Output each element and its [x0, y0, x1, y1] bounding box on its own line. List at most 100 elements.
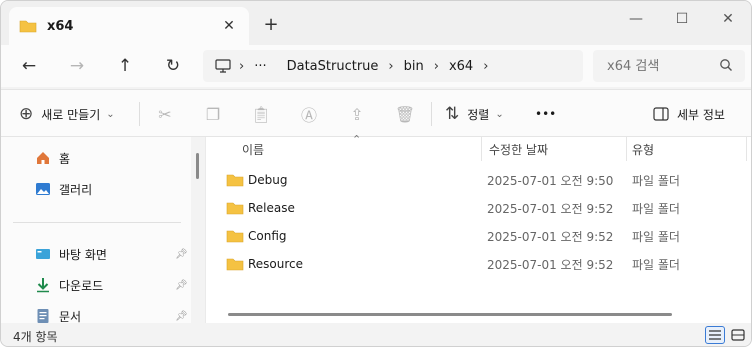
- close-window-button[interactable]: ✕: [705, 5, 751, 33]
- navigation-bar: ← → ↑ ↻ › ··· DataStructrue › bin › x64 …: [1, 45, 751, 87]
- file-name: Config: [248, 229, 287, 243]
- column-header-name[interactable]: 이름: [242, 137, 264, 161]
- new-button-label: 새로 만들기: [41, 107, 101, 122]
- details-view-button[interactable]: [705, 326, 725, 344]
- desktop-icon: [36, 249, 50, 259]
- back-button[interactable]: ←: [15, 53, 43, 79]
- refresh-button[interactable]: ↻: [159, 53, 187, 79]
- breadcrumb-separator[interactable]: ›: [483, 59, 488, 74]
- breadcrumb-bin[interactable]: bin: [404, 59, 424, 74]
- file-modified: 2025-07-01 오전 9:50: [487, 173, 614, 188]
- tab-x64[interactable]: x64 ✕: [9, 7, 249, 45]
- sidebar-item-label: 다운로드: [59, 278, 104, 293]
- paste-icon[interactable]: 📋︎: [249, 102, 273, 126]
- download-icon: [37, 278, 49, 293]
- new-button[interactable]: ⊕ 새로 만들기 ⌄: [19, 102, 115, 126]
- divider: [139, 102, 140, 126]
- sort-icon: ⇅: [445, 104, 460, 124]
- sidebar-item-downloads[interactable]: 다운로드: [35, 274, 103, 296]
- new-tab-button[interactable]: +: [259, 13, 283, 37]
- maximize-button[interactable]: ☐: [659, 5, 705, 33]
- sort-button[interactable]: ⇅ 정렬 ⌄: [445, 102, 504, 126]
- share-icon[interactable]: ⇪: [345, 102, 369, 126]
- tiles-view-icon: [731, 329, 745, 341]
- cut-icon[interactable]: ✂: [153, 102, 177, 126]
- tab-title: x64: [47, 18, 74, 34]
- file-modified: 2025-07-01 오전 9:52: [487, 229, 614, 244]
- search-input[interactable]: [607, 58, 707, 74]
- sidebar-item-label: 바탕 화면: [59, 247, 107, 262]
- file-name: Release: [248, 201, 295, 215]
- more-options-button[interactable]: •••: [535, 102, 556, 126]
- plus-circle-icon: ⊕: [19, 104, 34, 124]
- up-button[interactable]: ↑: [111, 53, 139, 79]
- sidebar-item-gallery[interactable]: 갤러리: [35, 178, 92, 200]
- command-bar: ⊕ 새로 만들기 ⌄ ✂ ❐ 📋︎ Ⓐ ⇪ 🗑︎ ⇅ 정렬 ⌄ ••• 세부 정…: [1, 89, 751, 137]
- column-divider[interactable]: [481, 137, 482, 161]
- file-modified: 2025-07-01 오전 9:52: [487, 257, 614, 272]
- sidebar-item-label: 갤러리: [59, 182, 93, 197]
- chevron-down-icon: ⌄: [106, 108, 115, 120]
- breadcrumb-more[interactable]: ···: [254, 59, 266, 74]
- file-row[interactable]: Release 2025-07-01 오전 9:52 파일 폴더: [226, 194, 746, 222]
- column-divider[interactable]: [746, 137, 747, 161]
- breadcrumb-datastructrue[interactable]: DataStructrue: [287, 59, 379, 74]
- breadcrumb-separator[interactable]: ›: [434, 59, 439, 74]
- sidebar-item-label: 홈: [59, 151, 71, 166]
- sidebar-item-desktop[interactable]: 바탕 화면: [35, 243, 107, 265]
- folder-icon: [226, 258, 244, 271]
- file-type: 파일 폴더: [632, 201, 680, 216]
- folder-icon: [226, 202, 244, 215]
- search-box[interactable]: [593, 50, 745, 82]
- folder-icon: [226, 230, 244, 243]
- file-type: 파일 폴더: [632, 257, 680, 272]
- tab-close-icon[interactable]: ✕: [219, 16, 239, 36]
- divider: [431, 102, 432, 126]
- delete-icon[interactable]: 🗑︎: [393, 102, 417, 126]
- sort-button-label: 정렬: [467, 107, 490, 122]
- details-button[interactable]: 세부 정보: [653, 102, 725, 126]
- file-row[interactable]: Debug 2025-07-01 오전 9:50 파일 폴더: [226, 166, 746, 194]
- column-header-type[interactable]: 유형: [632, 137, 654, 161]
- chevron-down-icon: ⌄: [495, 108, 504, 120]
- sidebar-divider: [13, 222, 181, 223]
- sidebar-item-label: 문서: [59, 309, 82, 324]
- sort-ascending-icon: ⌃: [352, 133, 362, 146]
- tiles-view-button[interactable]: [728, 326, 748, 344]
- column-divider[interactable]: [626, 137, 627, 161]
- sidebar-item-home[interactable]: 홈: [35, 147, 70, 169]
- file-type: 파일 폴더: [632, 173, 680, 188]
- address-bar[interactable]: › ··· DataStructrue › bin › x64 ›: [203, 50, 583, 82]
- folder-icon: [226, 174, 244, 187]
- home-icon: [37, 152, 49, 164]
- file-type: 파일 폴더: [632, 229, 680, 244]
- details-view-icon: [709, 330, 721, 340]
- minimize-button[interactable]: —: [613, 5, 659, 33]
- breadcrumb-x64[interactable]: x64: [449, 59, 473, 74]
- file-name: Debug: [248, 173, 288, 187]
- file-name: Resource: [248, 257, 304, 271]
- sidebar-scrollbar[interactable]: [196, 153, 199, 179]
- copy-icon[interactable]: ❐: [201, 102, 225, 126]
- forward-button[interactable]: →: [63, 53, 91, 79]
- search-icon[interactable]: [719, 58, 733, 72]
- file-row[interactable]: Resource 2025-07-01 오전 9:52 파일 폴더: [226, 250, 746, 278]
- pin-icon[interactable]: 📌︎: [175, 249, 188, 260]
- pin-icon[interactable]: 📌︎: [175, 280, 188, 291]
- pin-icon[interactable]: 📌︎: [175, 311, 188, 322]
- file-row[interactable]: Config 2025-07-01 오전 9:52 파일 폴더: [226, 222, 746, 250]
- breadcrumb-separator[interactable]: ›: [388, 59, 393, 74]
- column-header-modified[interactable]: 수정한 날짜: [489, 137, 548, 161]
- navigation-pane: 홈 갤러리 바탕 화면 📌︎ 다운로드 📌︎ 문서 📌︎: [1, 137, 191, 324]
- documents-icon: [37, 309, 49, 323]
- status-bar: 4개 항목: [1, 323, 751, 346]
- horizontal-scrollbar[interactable]: [228, 313, 672, 316]
- rename-icon[interactable]: Ⓐ: [297, 102, 321, 126]
- folder-icon: [19, 20, 37, 33]
- title-bar: x64 ✕ + — ☐ ✕: [1, 1, 751, 45]
- file-explorer-window: x64 ✕ + — ☐ ✕ ← → ↑ ↻ › ··· DataStructru…: [0, 0, 752, 347]
- this-pc-icon[interactable]: [215, 59, 231, 73]
- item-count: 4개 항목: [13, 330, 58, 344]
- breadcrumb-separator[interactable]: ›: [239, 59, 244, 74]
- gallery-icon: [36, 183, 50, 195]
